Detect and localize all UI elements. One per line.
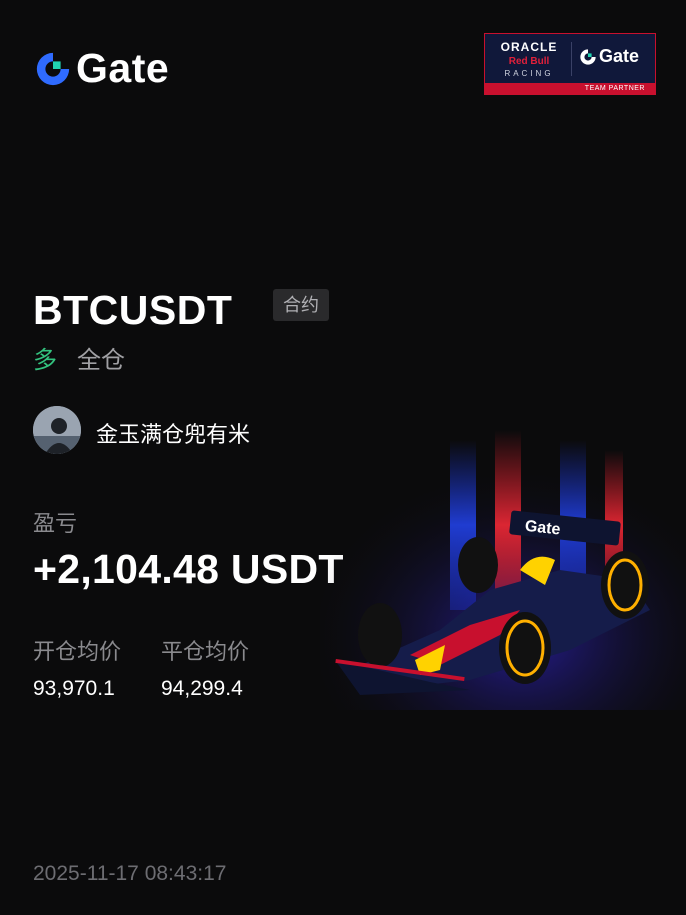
contract-badge: 合约 xyxy=(273,289,329,321)
team-partner-badge: ORACLE Red Bull RACING Gate TEAM PARTNER xyxy=(484,33,656,95)
username: 金玉满仓兜有米 xyxy=(96,422,251,447)
f1-race-car-image: Gate xyxy=(320,420,686,710)
oracle-text: ORACLE xyxy=(500,40,558,54)
timestamp: 2025-11-17 08:43:17 xyxy=(33,862,227,885)
open-price-label: 开仓均价 xyxy=(33,639,122,664)
close-price-value: 94,299.4 xyxy=(161,677,243,700)
partner-gate-logo: Gate xyxy=(579,46,639,67)
close-price-label: 平仓均价 xyxy=(161,639,250,664)
gate-small-icon xyxy=(580,48,596,65)
partner-divider xyxy=(571,42,572,76)
team-partner-label: TEAM PARTNER xyxy=(485,83,655,94)
brand-name: Gate xyxy=(76,45,170,91)
gate-logo: Gate xyxy=(34,48,169,89)
position-side: 多 xyxy=(33,347,57,374)
gate-logo-icon xyxy=(36,52,70,85)
redbull-text: Red Bull xyxy=(508,56,550,67)
partner-gate-text: Gate xyxy=(599,46,640,66)
avatar-image xyxy=(33,406,81,454)
racing-text: RACING xyxy=(504,69,554,78)
open-price-value: 93,970.1 xyxy=(33,677,115,700)
trade-pair: BTCUSDT xyxy=(33,287,233,333)
user-avatar xyxy=(33,406,81,454)
pnl-label: 盈亏 xyxy=(33,511,78,536)
pnl-value: +2,104.48 USDT xyxy=(33,546,344,592)
oracle-redbull-logo: ORACLE Red Bull RACING xyxy=(491,40,567,78)
margin-mode: 全仓 xyxy=(77,347,125,374)
